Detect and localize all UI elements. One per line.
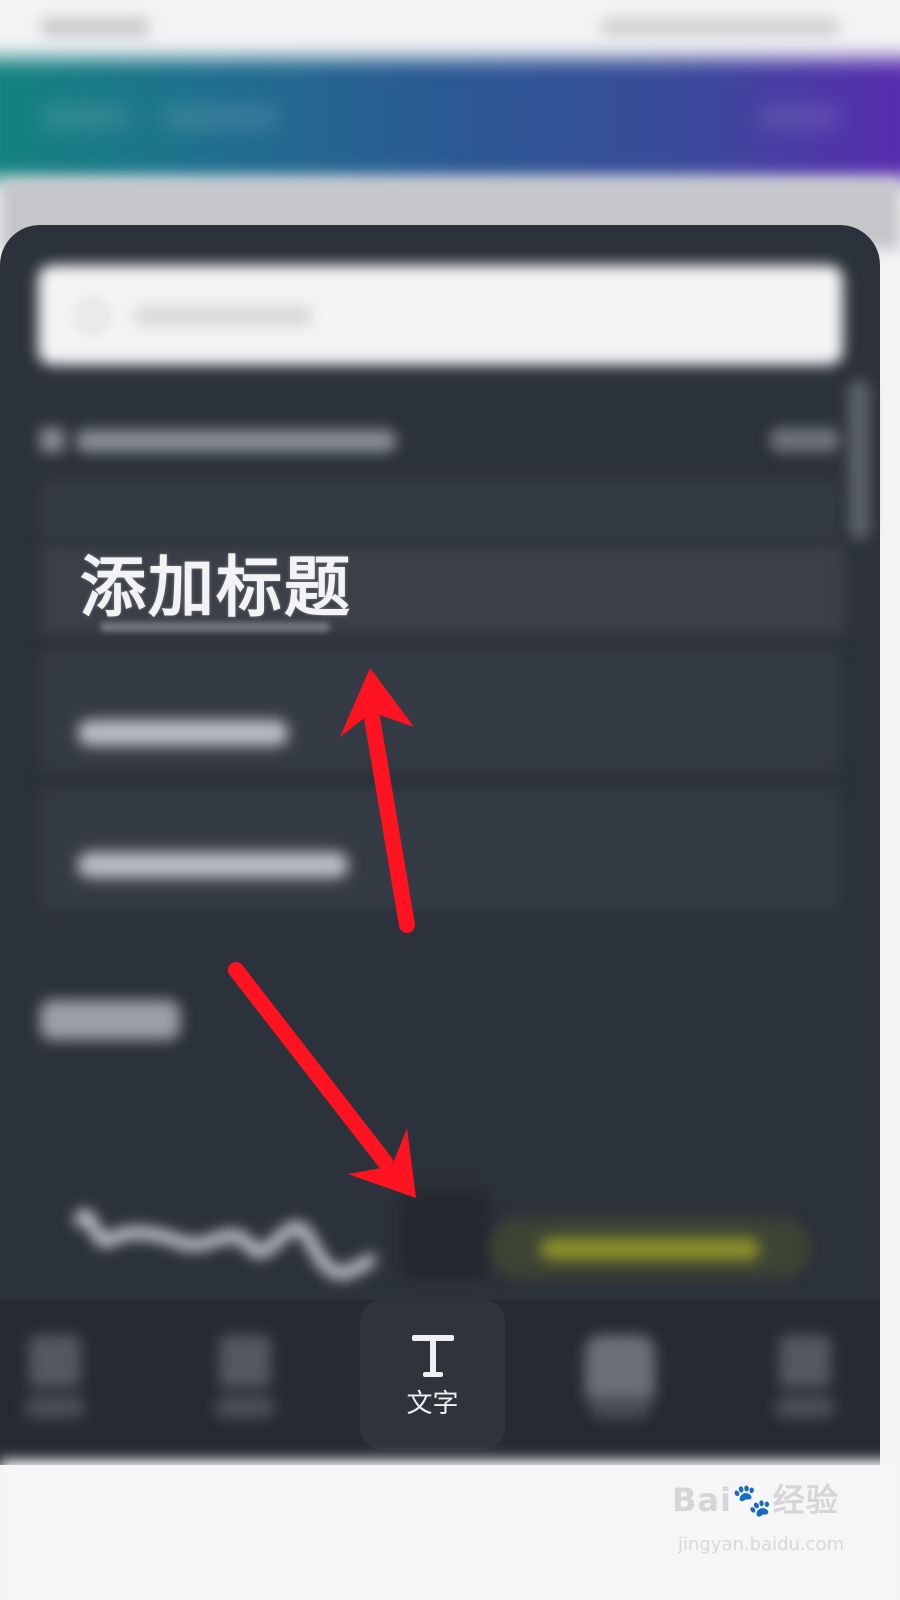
toolbar-icon xyxy=(219,1335,271,1387)
toolbar-label xyxy=(775,1396,835,1418)
toolbar-label xyxy=(25,1396,85,1418)
status-icons xyxy=(600,18,840,36)
toolbar-item[interactable] xyxy=(170,1300,320,1450)
toolbar-item[interactable] xyxy=(0,1300,130,1450)
screen: 添加标题 文字 Bai🐾经验 jingyan.baidu.com xyxy=(0,0,900,1600)
list-item-label xyxy=(78,720,288,746)
section-header xyxy=(40,420,400,460)
list-item[interactable] xyxy=(40,790,840,910)
text-T-icon xyxy=(411,1335,454,1377)
toolbar-label xyxy=(215,1396,275,1418)
scrollbar[interactable] xyxy=(848,380,870,540)
watermark: Bai🐾经验 jingyan.baidu.com xyxy=(672,1472,872,1582)
toolbar-label xyxy=(590,1396,650,1418)
list-item[interactable] xyxy=(40,480,840,540)
toolbar-icon xyxy=(585,1335,655,1405)
banner-item xyxy=(40,106,130,128)
toolbar-item[interactable] xyxy=(730,1300,880,1450)
watermark-url: jingyan.baidu.com xyxy=(678,1534,845,1555)
banner-item xyxy=(760,106,840,128)
toolbar-item[interactable] xyxy=(545,1300,695,1450)
section-more-link[interactable] xyxy=(770,428,840,452)
status-bar xyxy=(0,0,900,58)
toolbar-item-text[interactable]: 文字 xyxy=(360,1300,505,1450)
search-icon xyxy=(78,301,108,331)
status-time xyxy=(40,18,150,36)
section-label xyxy=(40,1000,180,1040)
section-title xyxy=(76,430,396,452)
search-placeholder xyxy=(133,305,313,327)
watermark-logo: Bai🐾经验 xyxy=(672,1481,839,1519)
style-swatch[interactable] xyxy=(400,1190,490,1280)
handwriting-sample[interactable] xyxy=(70,1180,390,1290)
style-pill-label xyxy=(540,1238,760,1260)
toolbar-icon xyxy=(779,1335,831,1387)
toolbar-item-text-label: 文字 xyxy=(406,1389,459,1419)
toolbar-icon xyxy=(29,1335,81,1387)
list-item[interactable] xyxy=(40,650,840,770)
banner-item xyxy=(160,106,280,128)
style-pill[interactable] xyxy=(490,1218,810,1278)
section-icon xyxy=(40,428,64,452)
add-title-option[interactable]: 添加标题 xyxy=(80,548,352,628)
top-banner xyxy=(0,58,900,180)
search-input[interactable] xyxy=(38,265,843,365)
list-item-label xyxy=(78,852,348,878)
